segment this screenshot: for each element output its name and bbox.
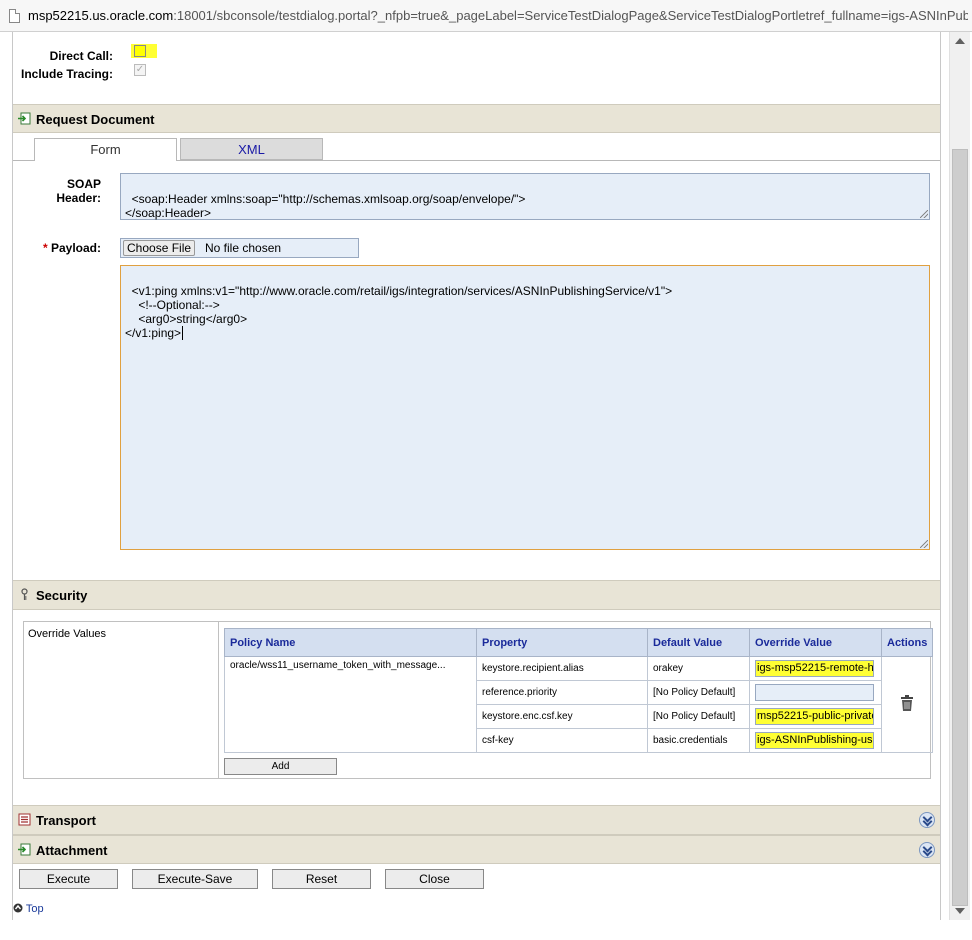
property-cell: keystore.enc.csf.key <box>476 704 648 729</box>
transport-icon <box>18 813 31 826</box>
key-icon <box>21 588 28 600</box>
payload-text: <v1:ping xmlns:v1="http://www.oracle.com… <box>125 284 673 340</box>
execute-save-button[interactable]: Execute-Save <box>132 869 258 889</box>
include-tracing-checkbox[interactable]: ✓ <box>134 64 146 76</box>
scroll-down-arrow-icon[interactable] <box>955 908 965 914</box>
expand-transport-icon[interactable] <box>919 812 935 828</box>
col-property[interactable]: Property <box>476 628 648 657</box>
policy-table-header: Policy Name Property Default Value Overr… <box>224 628 934 657</box>
security-panel-divider <box>218 622 219 778</box>
attachment-header[interactable]: Attachment <box>13 835 940 864</box>
security-title: Security <box>36 588 88 603</box>
col-default-value[interactable]: Default Value <box>647 628 750 657</box>
scrollbar-thumb[interactable] <box>952 149 968 906</box>
request-document-header: Request Document <box>13 104 940 133</box>
vertical-scrollbar[interactable] <box>949 32 970 920</box>
direct-call-label: Direct Call: <box>49 49 113 63</box>
override-value-input[interactable]: igs-ASNInPublishing-user <box>755 732 874 749</box>
col-actions: Actions <box>880 628 934 657</box>
trash-icon[interactable] <box>900 695 914 711</box>
soap-header-label: SOAP Header: <box>56 177 101 205</box>
security-header: Security <box>13 580 940 610</box>
file-status-text: No file chosen <box>205 241 282 255</box>
arrow-up-circle-icon <box>13 903 23 913</box>
policy-table: Policy Name Property Default Value Overr… <box>224 628 934 753</box>
top-link-label: Top <box>25 903 44 915</box>
required-marker: * <box>42 241 48 255</box>
payload-label-group: * Payload: <box>30 241 101 255</box>
reset-button[interactable]: Reset <box>272 869 371 889</box>
close-button[interactable]: Close <box>385 869 484 889</box>
include-tracing-label: Include Tracing: <box>20 67 113 81</box>
scroll-up-arrow-icon[interactable] <box>955 38 965 44</box>
actions-cell <box>880 656 934 753</box>
execute-button[interactable]: Execute <box>19 869 118 889</box>
resize-grip-icon[interactable] <box>920 540 928 548</box>
resize-grip-icon[interactable] <box>920 210 928 218</box>
attachment-title: Attachment <box>36 843 108 858</box>
override-value-input[interactable]: msp52215-public-private <box>755 708 874 725</box>
soap-header-text: <soap:Header xmlns:soap="http://schemas.… <box>125 192 526 220</box>
property-cell: csf-key <box>476 728 648 753</box>
override-value-input[interactable]: igs-msp52215-remote-hc <box>755 660 874 677</box>
tab-form[interactable]: Form <box>34 138 177 161</box>
url-text[interactable]: msp52215.us.oracle.com:18001/sbconsole/t… <box>28 8 968 23</box>
expand-attachment-icon[interactable] <box>919 842 935 858</box>
property-cell: keystore.recipient.alias <box>476 656 648 681</box>
address-bar[interactable]: msp52215.us.oracle.com:18001/sbconsole/t… <box>0 0 972 32</box>
property-cell: reference.priority <box>476 680 648 705</box>
policy-name-cell: oracle/wss11_username_token_with_message… <box>224 656 477 753</box>
page-icon <box>9 9 20 23</box>
direct-call-checkbox[interactable] <box>134 45 146 57</box>
payload-label: Payload: <box>50 241 101 255</box>
top-link[interactable]: Top <box>13 903 44 915</box>
default-value-cell: orakey <box>647 656 750 681</box>
override-values-label: Override Values <box>28 628 107 640</box>
col-override-value[interactable]: Override Value <box>749 628 882 657</box>
request-document-title: Request Document <box>36 112 155 127</box>
add-button[interactable]: Add <box>224 758 337 775</box>
payload-textarea[interactable]: <v1:ping xmlns:v1="http://www.oracle.com… <box>120 265 930 550</box>
transport-title: Transport <box>36 813 96 828</box>
tab-xml[interactable]: XML <box>180 138 323 160</box>
table-row: oracle/wss11_username_token_with_message… <box>224 656 934 753</box>
transport-header[interactable]: Transport <box>13 805 940 835</box>
attachment-icon <box>18 843 31 856</box>
override-value-input[interactable] <box>755 684 874 701</box>
file-input[interactable]: Choose File No file chosen <box>120 238 359 258</box>
request-document-icon <box>18 112 31 125</box>
soap-header-textarea[interactable]: <soap:Header xmlns:soap="http://schemas.… <box>120 173 930 220</box>
text-cursor <box>182 326 184 340</box>
col-policy-name[interactable]: Policy Name <box>224 628 477 657</box>
default-value-cell: [No Policy Default] <box>647 680 750 705</box>
default-value-cell: [No Policy Default] <box>647 704 750 729</box>
default-value-cell: basic.credentials <box>647 728 750 753</box>
choose-file-button[interactable]: Choose File <box>123 240 196 256</box>
